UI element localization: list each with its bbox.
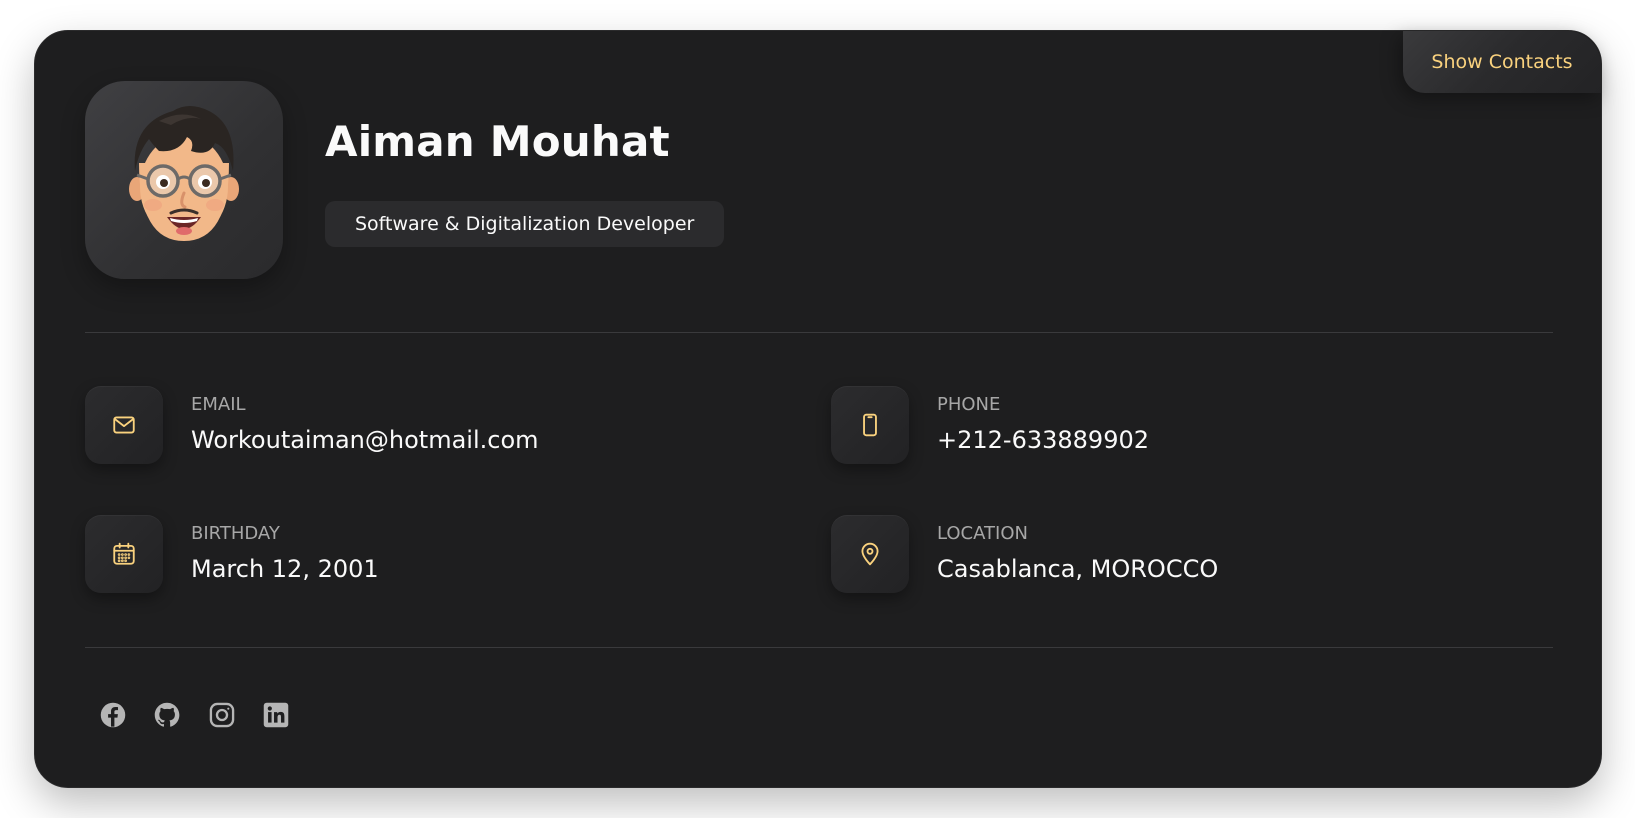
phone-link[interactable]: +212-633889902 <box>937 426 1149 454</box>
calendar-icon <box>113 542 135 565</box>
mail-icon <box>113 416 135 434</box>
facebook-icon <box>100 702 126 728</box>
birthday-value: March 12, 2001 <box>191 555 379 583</box>
show-contacts-button[interactable]: Show Contacts <box>1403 31 1601 93</box>
github-link[interactable] <box>153 701 181 729</box>
contact-icon-box <box>831 515 909 593</box>
profile-name: Aiman Mouhat <box>325 117 670 166</box>
contact-label: PHONE <box>937 394 1001 415</box>
github-icon <box>154 702 180 727</box>
facebook-link[interactable] <box>99 701 127 729</box>
profile-card: Show Contacts Aiman Mouhat Software & Di… <box>34 30 1602 788</box>
instagram-link[interactable] <box>208 701 236 729</box>
instagram-icon <box>209 702 235 728</box>
linkedin-icon <box>263 702 289 728</box>
linkedin-link[interactable] <box>262 701 290 729</box>
contact-label: LOCATION <box>937 523 1028 544</box>
email-link[interactable]: Workoutaiman@hotmail.com <box>191 426 539 454</box>
contact-label: EMAIL <box>191 394 246 415</box>
avatar <box>85 81 283 279</box>
memoji-avatar-icon <box>129 106 239 241</box>
contact-label: BIRTHDAY <box>191 523 280 544</box>
job-title-badge: Software & Digitalization Developer <box>325 201 725 247</box>
smartphone-icon <box>863 413 877 437</box>
divider <box>85 332 1553 333</box>
contact-icon-box <box>85 515 163 593</box>
contact-icon-box <box>85 386 163 464</box>
map-pin-icon <box>861 542 879 566</box>
contact-icon-box <box>831 386 909 464</box>
divider <box>85 647 1553 648</box>
location-value: Casablanca, MOROCCO <box>937 555 1219 583</box>
